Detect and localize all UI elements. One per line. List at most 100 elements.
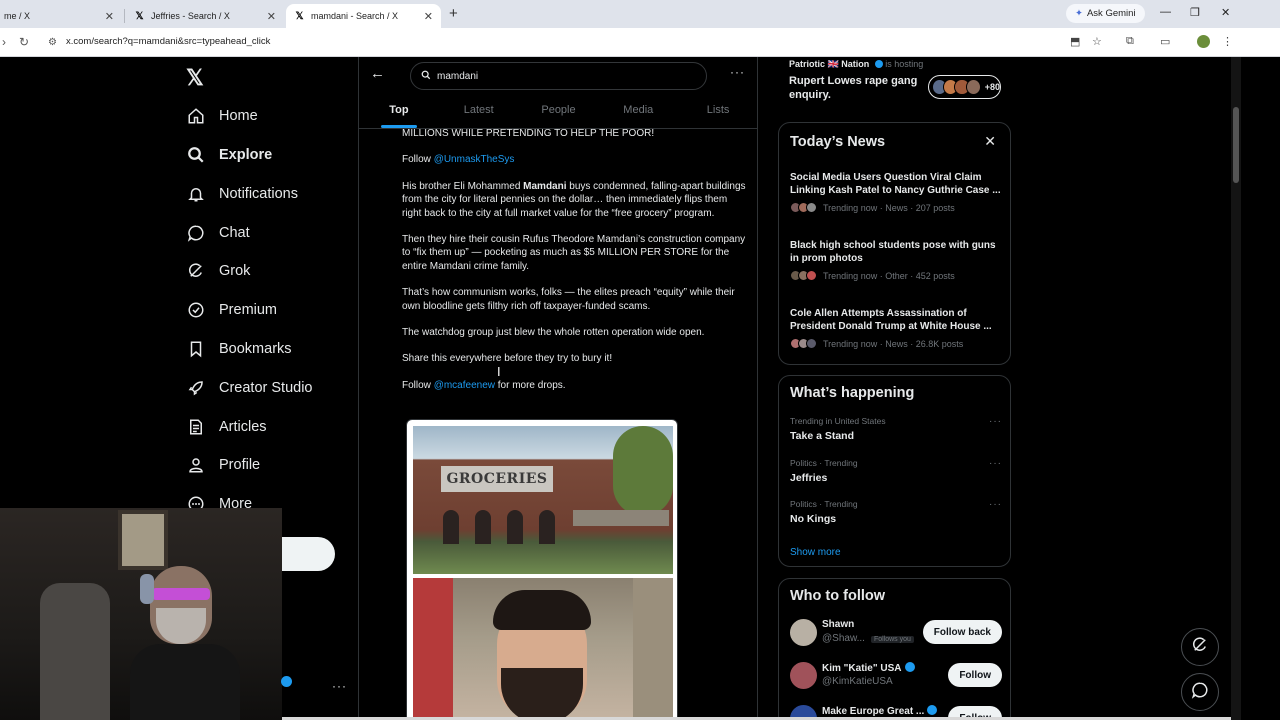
nav-grok[interactable]: Grok [186,256,250,286]
trend-context: Trending in United States [790,416,886,426]
post-paragraph: Share this everywhere before they try to… [402,353,613,365]
nav-articles[interactable]: Articles [186,412,267,442]
x-logo-icon[interactable]: 𝕏 [186,65,204,91]
follow-button[interactable]: Follow [948,663,1002,687]
live-space-card[interactable]: Patriotic 🇬🇧 Nation is hosting Rupert Lo… [789,57,1011,101]
bookmark-star-icon[interactable]: ☆ [1092,35,1102,48]
tab-top[interactable]: Top [359,97,439,128]
news-item[interactable]: Social Media Users Question Viral Claim … [790,171,1002,213]
scrollbar-thumb[interactable] [1233,107,1239,183]
side-panel-icon[interactable]: ▭ [1160,35,1170,48]
close-tab-icon[interactable]: ✕ [105,10,114,23]
trend-more-icon[interactable]: ··· [989,499,1002,510]
nav-profile[interactable]: Profile [186,450,260,480]
new-tab-icon[interactable]: + [449,5,458,22]
webcam-shirt [130,644,240,720]
account-menu-icon[interactable]: ··· [332,679,347,693]
window-close-icon[interactable]: ✕ [1221,6,1230,19]
post-text: Follow [402,154,434,166]
nav-creator-studio[interactable]: Creator Studio [186,373,313,403]
grok-fab[interactable] [1181,628,1219,666]
trend-more-icon[interactable]: ··· [989,416,1002,427]
post-media[interactable]: GROCERIES [406,419,678,720]
install-app-icon[interactable]: ⬒ [1070,35,1080,48]
tab-title: Jeffries - Search / X [151,11,230,21]
search-more-icon[interactable]: ··· [730,65,745,79]
post-paragraph: The watchdog group just blew the whole r… [402,327,705,339]
follow-back-button[interactable]: Follow back [922,620,1002,644]
follow-suggestion[interactable]: Kim "Katie" USA @KimKatieUSA Follow [790,660,1002,694]
suggestion-name: Kim "Katie" USA [822,663,902,674]
news-item[interactable]: Cole Allen Attempts Assassination of Pre… [790,307,1002,349]
chat-icon [1191,681,1209,704]
trend-more-icon[interactable]: ··· [989,458,1002,469]
site-info-icon[interactable]: ⚙ [48,37,57,48]
whats-happening-card: What’s happening Trending in United Stat… [778,375,1011,567]
tab-latest[interactable]: Latest [439,97,519,128]
trend-item[interactable]: Politics · Trending No Kings ··· [790,499,1002,525]
search-icon [421,70,431,83]
browser-tab[interactable]: 𝕏 Jeffries - Search / X ✕ [126,4,284,28]
grok-icon [186,261,206,281]
close-tab-icon[interactable]: ✕ [267,10,276,23]
nav-bookmarks[interactable]: Bookmarks [186,334,292,364]
suggestion-handle: @Shaw... [822,633,865,644]
post-paragraph: Then they hire their cousin Rufus Theodo… [402,234,746,272]
search-tabs: Top Latest People Media Lists [359,97,758,129]
trend-item[interactable]: Politics · Trending Jeffries ··· [790,458,1002,484]
browser-profile-avatar[interactable] [1197,35,1210,48]
news-avatar [806,202,817,213]
nav-label: Notifications [219,186,298,202]
ask-gemini-label: Ask Gemini [1086,8,1136,19]
mention-link[interactable]: @UnmaskTheSys [434,154,515,165]
trend-item[interactable]: Trending in United States Take a Stand ·… [790,416,1002,442]
nav-label: Home [219,108,258,124]
extensions-icon[interactable]: ⧉ [1126,35,1134,48]
trend-context: Politics · Trending [790,499,858,509]
show-more-link[interactable]: Show more [790,547,841,558]
browser-tab-active[interactable]: 𝕏 mamdani - Search / X ✕ [286,4,441,28]
nav-explore[interactable]: Explore [186,140,272,170]
url-field[interactable]: x.com/search?q=mamdani&src=typeahead_cli… [66,36,270,47]
restore-icon[interactable]: ❐ [1190,6,1200,19]
page-scrollbar[interactable] [1231,57,1241,720]
photo-background-left [413,578,453,720]
nav-chat[interactable]: Chat [186,218,250,248]
minimize-icon[interactable]: — [1160,6,1171,18]
nav-notifications[interactable]: Notifications [186,179,298,209]
browser-menu-icon[interactable]: ⋮ [1222,35,1233,48]
avatar[interactable] [790,662,817,689]
close-tab-icon[interactable]: ✕ [424,10,433,23]
nav-label: Explore [219,147,273,163]
post-follow-line: Follow @mcafeenew for more drops. [402,379,747,392]
tab-media[interactable]: Media [598,97,678,128]
x-favicon-icon: 𝕏 [295,10,304,22]
close-icon[interactable]: ✕ [984,133,996,150]
tab-lists[interactable]: Lists [678,97,758,128]
verified-badge-icon [874,60,883,68]
grocery-building-photo[interactable]: GROCERIES [413,426,673,574]
news-item[interactable]: Black high school students pose with gun… [790,239,1002,281]
space-listeners[interactable]: +80 [928,75,1001,99]
nav-premium[interactable]: Premium [186,295,277,325]
avatar[interactable] [790,619,817,646]
back-arrow-icon[interactable]: ← [370,65,385,82]
mention-link[interactable]: @mcafeenew [434,380,495,391]
nav-home[interactable]: Home [186,101,258,131]
tab-people[interactable]: People [519,97,599,128]
portrait-photo[interactable] [413,578,673,720]
ask-gemini-button[interactable]: ✦ Ask Gemini [1066,4,1145,23]
browser-tab-bar: me / X ✕ 𝕏 Jeffries - Search / X ✕ 𝕏 mam… [0,0,1280,28]
post-button[interactable] [282,537,335,571]
post-text: for more drops. [494,379,566,391]
reload-icon[interactable]: ↻ [19,35,29,49]
follow-suggestion[interactable]: Shawn @Shaw... Follows you Follow back [790,617,1002,651]
news-avatar [806,338,817,349]
search-input[interactable]: mamdani [410,62,707,90]
browser-tab[interactable]: me / X ✕ [0,4,122,28]
forward-icon[interactable]: › [2,35,6,49]
news-meta: Trending now · Other · 452 posts [790,270,1002,281]
profile-icon [186,455,206,475]
messages-fab[interactable] [1181,673,1219,711]
news-avatar [806,270,817,281]
